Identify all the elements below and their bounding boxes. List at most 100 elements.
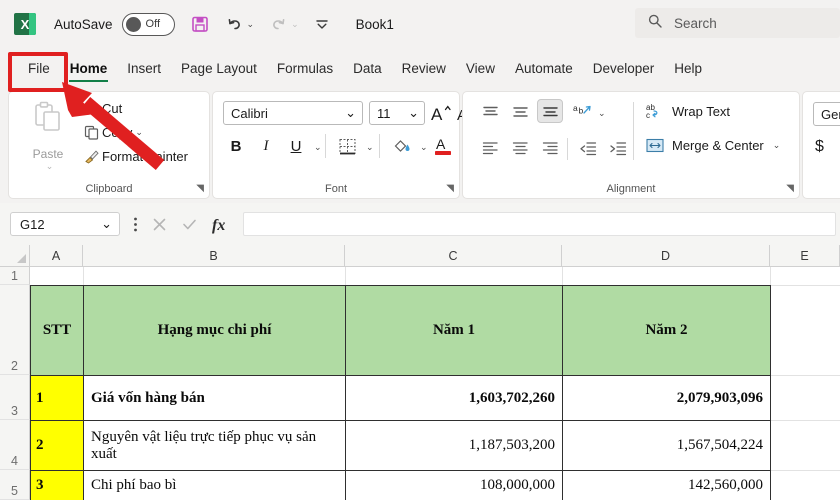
- tab-insert[interactable]: Insert: [117, 48, 171, 88]
- tab-automate[interactable]: Automate: [505, 48, 583, 88]
- row-header-3[interactable]: 3: [0, 375, 30, 420]
- cell-b2-item-header[interactable]: Hạng mục chi phí: [83, 285, 346, 376]
- insert-function-icon[interactable]: fx: [211, 215, 230, 234]
- confirm-icon[interactable]: [181, 216, 198, 233]
- cell-d2-year2-header[interactable]: Năm 2: [562, 285, 771, 376]
- row-header-2[interactable]: 2: [0, 285, 30, 375]
- copy-label: Copy: [102, 125, 132, 140]
- cell-a5-stt[interactable]: 3: [30, 470, 84, 500]
- customize-quick-access-icon[interactable]: [314, 16, 330, 32]
- cell-d3-year2[interactable]: 2,079,903,096: [562, 375, 771, 421]
- document-title[interactable]: Book1: [356, 17, 394, 32]
- borders-icon[interactable]: [335, 134, 359, 158]
- column-header-e[interactable]: E: [770, 245, 840, 267]
- column-header-d[interactable]: D: [562, 245, 770, 267]
- tab-help[interactable]: Help: [664, 48, 712, 88]
- format-painter-button[interactable]: Format Painter: [81, 149, 188, 164]
- align-center-icon[interactable]: [507, 136, 533, 160]
- cell-a3-stt[interactable]: 1: [30, 375, 84, 421]
- title-bar: AutoSave Off ⌄ ⌄: [0, 0, 840, 48]
- tab-review[interactable]: Review: [392, 48, 456, 88]
- font-name-input[interactable]: Calibri ⌄: [223, 101, 363, 125]
- tab-file[interactable]: File: [18, 48, 60, 88]
- cell-c5-year1[interactable]: 108,000,000: [345, 470, 563, 500]
- cancel-icon[interactable]: [151, 216, 168, 233]
- merge-center-chevron-down-icon[interactable]: ⌄: [773, 140, 781, 151]
- gridline: [770, 420, 840, 421]
- underline-button[interactable]: U: [285, 134, 307, 158]
- align-left-icon[interactable]: [477, 136, 503, 160]
- orientation-chevron-down-icon[interactable]: ⌄: [598, 108, 606, 119]
- column-header-b[interactable]: B: [83, 245, 345, 267]
- copy-chevron-down-icon[interactable]: ⌄: [135, 127, 143, 138]
- column-header-c[interactable]: C: [345, 245, 562, 267]
- redo-dropdown-chevron-down-icon[interactable]: ⌄: [291, 19, 299, 30]
- currency-format-button[interactable]: $: [815, 138, 824, 156]
- row-header-5[interactable]: 5: [0, 470, 30, 500]
- tab-formulas[interactable]: Formulas: [267, 48, 343, 88]
- tab-developer[interactable]: Developer: [583, 48, 665, 88]
- align-right-icon[interactable]: [537, 136, 563, 160]
- autosave-toggle[interactable]: Off: [122, 13, 175, 36]
- fill-color-chevron-down-icon[interactable]: ⌄: [420, 142, 428, 153]
- paste-chevron-down-icon[interactable]: ⌄: [24, 161, 75, 172]
- clipboard-group-label: Clipboard: [9, 183, 209, 195]
- select-all-corner[interactable]: [0, 245, 30, 267]
- cell-d5-year2[interactable]: 142,560,000: [562, 470, 771, 500]
- redo-icon[interactable]: [269, 15, 288, 34]
- cell-a4-stt[interactable]: 2: [30, 420, 84, 471]
- cell-c3-year1[interactable]: 1,603,702,260: [345, 375, 563, 421]
- svg-text:c: c: [646, 111, 650, 120]
- cell-c2-year1-header[interactable]: Năm 1: [345, 285, 563, 376]
- cut-button[interactable]: Cut: [81, 101, 122, 116]
- wrap-text-button[interactable]: ab c Wrap Text: [643, 102, 730, 121]
- cut-label: Cut: [102, 101, 122, 116]
- undo-dropdown-chevron-down-icon[interactable]: ⌄: [247, 19, 255, 30]
- search-box[interactable]: Search: [635, 8, 840, 38]
- save-icon[interactable]: [190, 14, 210, 34]
- tab-view[interactable]: View: [456, 48, 505, 88]
- row-header-4[interactable]: 4: [0, 420, 30, 470]
- align-bottom-icon[interactable]: [537, 99, 563, 123]
- row-header-1[interactable]: 1: [0, 267, 30, 285]
- orientation-icon[interactable]: a b: [569, 100, 595, 124]
- font-dialog-launcher-icon[interactable]: ◥: [446, 183, 454, 194]
- align-top-icon[interactable]: [477, 100, 503, 124]
- fill-color-icon[interactable]: [389, 134, 413, 158]
- bold-button[interactable]: B: [225, 134, 247, 158]
- column-header-a[interactable]: A: [30, 245, 83, 267]
- underline-chevron-down-icon[interactable]: ⌄: [314, 142, 322, 153]
- font-size-input[interactable]: 11 ⌄: [369, 101, 425, 125]
- paintbrush-icon: [81, 149, 102, 164]
- name-box-chevron-down-icon[interactable]: ⌄: [101, 216, 112, 232]
- cell-a2-stt-header[interactable]: STT: [30, 285, 84, 376]
- name-box[interactable]: G12 ⌄: [10, 212, 120, 236]
- formula-input[interactable]: [243, 212, 836, 236]
- cell-b4-item[interactable]: Nguyên vật liệu trực tiếp phục vụ sản xu…: [83, 420, 346, 471]
- italic-button[interactable]: I: [255, 134, 277, 158]
- cell-b5-item[interactable]: Chi phí bao bì: [83, 470, 346, 500]
- font-size-chevron-down-icon[interactable]: ⌄: [408, 105, 419, 121]
- merge-center-button[interactable]: Merge & Center ⌄: [643, 136, 780, 155]
- paste-button[interactable]: Paste ⌄: [21, 100, 75, 172]
- align-middle-icon[interactable]: [507, 100, 533, 124]
- cell-c4-year1[interactable]: 1,187,503,200: [345, 420, 563, 471]
- number-format-select[interactable]: Gene: [813, 102, 840, 126]
- decrease-indent-icon[interactable]: [575, 136, 601, 160]
- font-name-chevron-down-icon[interactable]: ⌄: [345, 105, 356, 121]
- gridline: [562, 267, 563, 285]
- tab-page-layout[interactable]: Page Layout: [171, 48, 267, 88]
- clipboard-dialog-launcher-icon[interactable]: ◥: [196, 183, 204, 194]
- increase-font-size-icon[interactable]: A: [429, 100, 453, 126]
- copy-button[interactable]: Copy ⌄: [81, 125, 143, 140]
- undo-icon[interactable]: [225, 15, 244, 34]
- increase-indent-icon[interactable]: [605, 136, 631, 160]
- tab-home[interactable]: Home: [60, 48, 118, 88]
- borders-chevron-down-icon[interactable]: ⌄: [366, 142, 374, 153]
- alignment-dialog-launcher-icon[interactable]: ◥: [786, 183, 794, 194]
- tab-data[interactable]: Data: [343, 48, 392, 88]
- cell-d4-year2[interactable]: 1,567,504,224: [562, 420, 771, 471]
- cell-b3-item[interactable]: Giá vốn hàng bán: [83, 375, 346, 421]
- font-color-icon[interactable]: A: [431, 132, 455, 160]
- more-options-icon[interactable]: [133, 216, 138, 233]
